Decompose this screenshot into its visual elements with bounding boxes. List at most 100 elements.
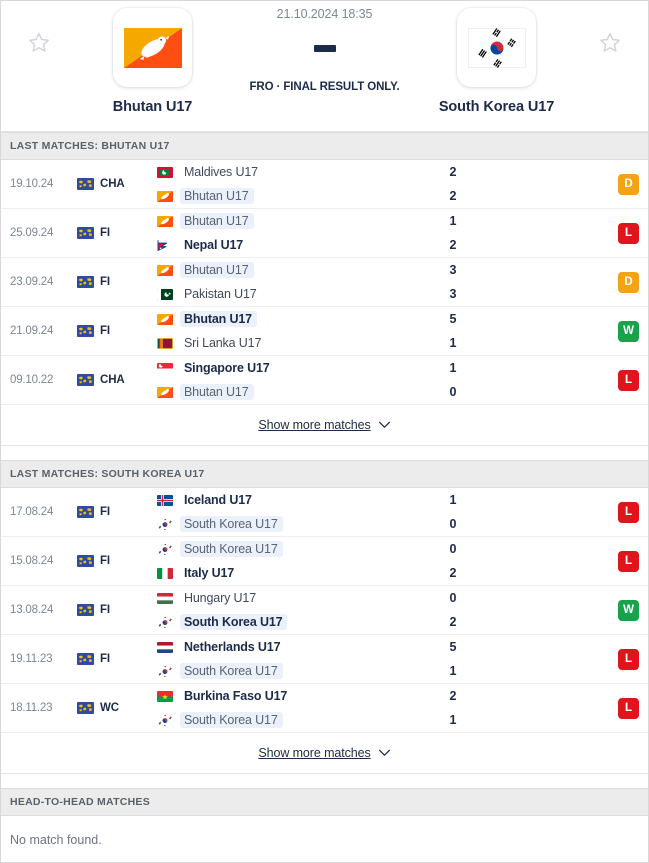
competition-icon: [77, 653, 94, 665]
match-teams: Hungary U17 South Korea U17: [149, 586, 403, 634]
match-competition[interactable]: FI: [77, 209, 149, 257]
match-date: 15.08.24: [10, 555, 54, 567]
match-competition[interactable]: FI: [77, 586, 149, 634]
match-team-name: Maldives U17: [184, 165, 258, 179]
bhutan-flag-icon: [123, 27, 182, 68]
home-team-block[interactable]: Bhutan U17: [77, 1, 228, 115]
match-team-away[interactable]: Bhutan U17: [157, 188, 403, 204]
home-team-name: Bhutan U17: [112, 99, 193, 115]
show-more-matches-row[interactable]: Show more matches: [1, 405, 648, 446]
match-team-away[interactable]: Nepal U17: [157, 237, 403, 253]
match-competition[interactable]: CHA: [77, 160, 149, 208]
star-icon[interactable]: [599, 31, 621, 53]
match-competition[interactable]: CHA: [77, 356, 149, 404]
match-competition[interactable]: FI: [77, 307, 149, 355]
away-team-block[interactable]: South Korea U17: [421, 1, 572, 115]
match-score-away: 2: [449, 615, 457, 629]
match-score-away: 2: [449, 238, 457, 252]
match-row[interactable]: 23.09.24 FI Bhutan U17 Pakistan U17 3 3 D: [1, 258, 648, 307]
match-team-away[interactable]: South Korea U17: [157, 712, 403, 728]
competition-label: FI: [100, 604, 111, 616]
competition-label: FI: [100, 506, 111, 518]
match-team-home[interactable]: Iceland U17: [157, 492, 403, 508]
show-more-matches-button[interactable]: Show more matches: [258, 418, 390, 432]
match-score-away: 1: [449, 336, 457, 350]
match-status-text: FRO · FINAL RESULT ONLY.: [249, 81, 400, 93]
match-team-home[interactable]: Hungary U17: [157, 590, 403, 606]
match-team-away[interactable]: Sri Lanka U17: [157, 335, 403, 351]
match-competition[interactable]: FI: [77, 635, 149, 683]
match-team-home[interactable]: Bhutan U17: [157, 213, 403, 229]
competition-icon: [77, 374, 94, 386]
match-row[interactable]: 09.10.22 CHA Singapore U17 Bhutan U17 1 0 L: [1, 356, 648, 405]
match-team-home[interactable]: Netherlands U17: [157, 639, 403, 655]
match-team-away[interactable]: South Korea U17: [157, 614, 403, 630]
show-more-matches-row[interactable]: Show more matches: [1, 733, 648, 774]
match-row[interactable]: 18.11.23 WC Burkina Faso U17 South Korea U1…: [1, 684, 648, 733]
away-favorite-star-cell[interactable]: [572, 1, 648, 53]
match-score-away: 0: [449, 517, 457, 531]
match-team-away[interactable]: Pakistan U17: [157, 286, 403, 302]
match-team-home[interactable]: Singapore U17: [157, 360, 403, 376]
match-team-home[interactable]: Bhutan U17: [157, 262, 403, 278]
match-result-cell: W: [618, 586, 648, 634]
row-spacer: [503, 209, 618, 257]
match-score-away: 1: [449, 664, 457, 678]
match-date: 17.08.24: [10, 506, 54, 518]
match-competition[interactable]: FI: [77, 258, 149, 306]
nepal-flag-icon: [157, 239, 168, 251]
match-team-away[interactable]: Italy U17: [157, 565, 403, 581]
match-row[interactable]: 19.10.24 CHA Maldives U17 Bhutan U17 2 2 D: [1, 160, 648, 209]
show-more-matches-button[interactable]: Show more matches: [258, 746, 390, 760]
competition-label: FI: [100, 227, 111, 239]
bhutan-flag-icon: [157, 190, 173, 202]
match-competition[interactable]: FI: [77, 537, 149, 585]
burkinafaso-flag-icon: [157, 690, 173, 702]
match-row[interactable]: 15.08.24 FI South Korea U17 Italy U17 0 2 L: [1, 537, 648, 586]
match-team-name: Iceland U17: [184, 493, 252, 507]
match-score-away: 1: [449, 713, 457, 727]
match-competition[interactable]: FI: [77, 488, 149, 536]
match-team-away[interactable]: South Korea U17: [157, 516, 403, 532]
southkorea-flag-icon: [157, 714, 173, 726]
h2h-empty-message: No match found.: [1, 816, 648, 862]
h2h-section-header: HEAD-TO-HEAD MATCHES: [1, 788, 648, 816]
match-teams: Singapore U17 Bhutan U17: [149, 356, 403, 404]
result-badge: L: [618, 550, 639, 572]
match-score-away: 2: [449, 189, 457, 203]
match-team-home[interactable]: Bhutan U17: [157, 311, 403, 327]
match-scores: 21: [403, 684, 503, 732]
srilanka-flag-icon: [157, 337, 173, 349]
row-spacer: [503, 586, 618, 634]
southkorea-flag-icon: [157, 518, 173, 530]
match-team-home[interactable]: South Korea U17: [157, 541, 403, 557]
match-row[interactable]: 17.08.24 FI Iceland U17 South Korea U17 1 0 L: [1, 488, 648, 537]
competition-icon: [77, 555, 94, 567]
match-team-home[interactable]: Maldives U17: [157, 164, 403, 180]
match-result-cell: W: [618, 307, 648, 355]
match-row[interactable]: 25.09.24 FI Bhutan U17 Nepal U17 1 2 L: [1, 209, 648, 258]
result-badge: L: [618, 369, 639, 391]
star-icon[interactable]: [28, 31, 50, 53]
match-result-cell: D: [618, 258, 648, 306]
match-team-name: Italy U17: [184, 566, 235, 580]
match-team-name: South Korea U17: [180, 712, 283, 728]
match-team-name: Netherlands U17: [184, 640, 281, 654]
match-row[interactable]: 19.11.23 FI Netherlands U17 South Korea U17…: [1, 635, 648, 684]
match-team-away[interactable]: South Korea U17: [157, 663, 403, 679]
home-favorite-star-cell[interactable]: [1, 1, 77, 53]
match-row[interactable]: 13.08.24 FI Hungary U17 South Korea U17 0 2 W: [1, 586, 648, 635]
match-team-away[interactable]: Bhutan U17: [157, 384, 403, 400]
match-datetime: 21.10.2024 18:35: [276, 7, 373, 21]
match-team-name: Burkina Faso U17: [184, 689, 288, 703]
match-score-home: 0: [449, 591, 457, 605]
match-scores: 02: [403, 537, 503, 585]
away-team-name: South Korea U17: [438, 99, 555, 115]
match-team-home[interactable]: Burkina Faso U17: [157, 688, 403, 704]
match-score-home: 1: [449, 361, 457, 375]
away-team-flag-badge: [457, 8, 536, 87]
row-spacer: [503, 488, 618, 536]
match-row[interactable]: 21.09.24 FI Bhutan U17 Sri Lanka U17 5 1 W: [1, 307, 648, 356]
match-team-name: South Korea U17: [180, 541, 283, 557]
match-competition[interactable]: WC: [77, 684, 149, 732]
